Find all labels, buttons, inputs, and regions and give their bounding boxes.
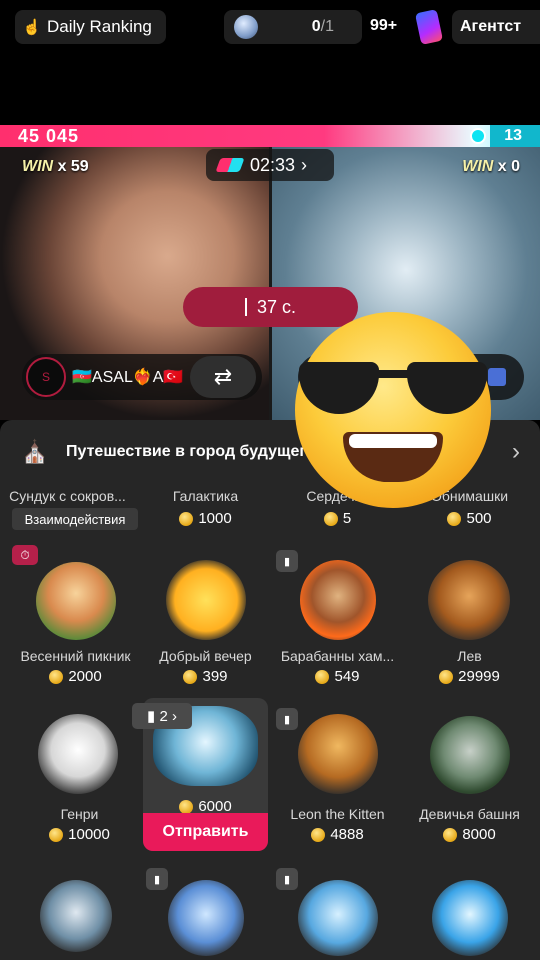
battle-timer-value: 02:33 xyxy=(250,154,296,175)
gift-image xyxy=(36,562,116,640)
right-score: 13 xyxy=(504,127,522,144)
coin-icon xyxy=(49,827,64,842)
hand-icon: ☝ xyxy=(22,19,42,36)
coin-icon xyxy=(447,511,462,526)
coin-icon xyxy=(315,669,330,684)
gift-item-henry[interactable]: Генри 10000 xyxy=(12,710,147,845)
countdown-divider xyxy=(244,298,247,316)
coin-icon xyxy=(311,827,326,842)
gift-price: 29999 xyxy=(402,668,537,685)
gift-image xyxy=(430,716,510,794)
daily-ranking-button[interactable]: ☝ Daily Ranking xyxy=(15,10,166,44)
gift-image xyxy=(38,714,118,794)
coin-icon xyxy=(443,827,458,842)
task-count: 0/1 xyxy=(311,18,334,35)
avatar[interactable]: S xyxy=(26,357,66,397)
host-profile-pill[interactable]: S 🇦🇿ASAL❤️‍🔥A🇹🇷 ⇄ xyxy=(22,354,262,400)
chevron-right-icon: › xyxy=(171,707,177,725)
gift-image xyxy=(428,560,510,640)
gift-image xyxy=(166,560,246,640)
host-name: 🇦🇿ASAL❤️‍🔥A🇹🇷 xyxy=(72,369,184,386)
gift-item-good-evening[interactable]: Добрый вечер 399 xyxy=(138,556,273,691)
coin-icon xyxy=(183,669,198,684)
gift-name: Leon the Kitten xyxy=(290,806,385,822)
gift-item-leon-kitten[interactable]: Leon the Kitten 4888 xyxy=(270,710,405,845)
gift-item-maiden-tower[interactable]: Девичья башня 8000 xyxy=(402,710,537,845)
city-icon: ⛪ xyxy=(21,439,49,464)
gift-item-whale[interactable] xyxy=(138,876,273,960)
coin-icon xyxy=(49,669,64,684)
gift-item-drum-hamster[interactable]: Барабанны хам... 549 xyxy=(270,556,405,691)
gift-item-lion[interactable]: Лев 29999 xyxy=(402,556,537,691)
gift-price: 549 xyxy=(270,668,405,685)
gift-image xyxy=(40,880,112,952)
coin-icon xyxy=(179,511,194,526)
gift-price: 1000 xyxy=(138,510,273,527)
gift-price: 5 xyxy=(270,510,405,527)
battle-timer[interactable]: 02:33 › xyxy=(206,149,334,181)
smile xyxy=(343,432,443,482)
gift-price: 4888 xyxy=(270,826,405,843)
gift-image xyxy=(298,880,378,956)
battle-logo-icon xyxy=(215,158,245,172)
gift-item-galaxy[interactable]: Галактика 1000 xyxy=(138,486,273,534)
gift-image xyxy=(432,880,508,956)
send-button[interactable]: Отправить xyxy=(143,813,268,851)
multiplier-value: 2 xyxy=(159,707,168,725)
gift-panel: ⛪ Путешествие в город будущего › Сундук … xyxy=(0,420,540,960)
journey-title: Путешествие в город будущего xyxy=(66,443,316,460)
phone-gift-icon[interactable] xyxy=(414,9,444,45)
chevron-right-icon: › xyxy=(301,154,308,175)
agent-button[interactable]: Агентст xyxy=(452,10,540,44)
gift-image xyxy=(300,560,376,640)
win-streak-right: WIN x 0 xyxy=(462,158,520,175)
astronaut-icon xyxy=(234,15,258,39)
gift-price: 2000 xyxy=(8,668,143,685)
viewer-count-badge[interactable]: 99+ xyxy=(370,17,397,35)
countdown-value: 37 с. xyxy=(256,296,297,317)
gift-name: Лев xyxy=(457,648,482,664)
gift-name: Генри xyxy=(60,806,99,822)
daily-ranking-label: Daily Ranking xyxy=(47,17,152,36)
win-streak-left: WIN x 59 xyxy=(22,158,89,175)
gift-name: Барабанны хам... xyxy=(280,648,395,664)
gift-item-city[interactable] xyxy=(270,876,405,960)
video-divider xyxy=(269,147,272,420)
top-bar: ☝ Daily Ranking 0/1 99+ Агентст xyxy=(0,0,540,125)
chevron-right-icon: › xyxy=(512,438,520,465)
interaction-tag: Взаимодействия xyxy=(12,508,138,530)
coin-icon xyxy=(179,799,194,814)
gift-image xyxy=(298,714,378,794)
gift-name: Сундук с сокров... xyxy=(9,488,126,504)
gift-item-wolf[interactable] xyxy=(8,876,143,960)
sunglasses xyxy=(295,362,491,416)
countdown-pill: 37 с. xyxy=(183,287,358,327)
gift-price: 10000 xyxy=(12,826,147,843)
coin-icon xyxy=(439,669,454,684)
gift-name: Девичья башня xyxy=(419,806,520,822)
swap-button[interactable]: ⇄ xyxy=(190,356,256,398)
gift-name: Галактика xyxy=(172,488,239,504)
gift-price: 500 xyxy=(402,510,537,527)
battle-score-bar: 45 045 13 xyxy=(0,125,540,147)
sunglasses-emoji-icon xyxy=(295,312,491,508)
gift-item-heart-box[interactable] xyxy=(402,876,537,960)
gift-name: Весенний пикник xyxy=(20,648,131,664)
video-gift-icon: ▮ xyxy=(147,708,156,725)
swap-icon: ⇄ xyxy=(213,364,233,389)
gift-price: 8000 xyxy=(402,826,537,843)
coin-icon xyxy=(323,511,338,526)
multiplier-button[interactable]: ▮ 2 › xyxy=(132,703,192,729)
score-marker-icon xyxy=(470,128,486,144)
gift-name: Добрый вечер xyxy=(159,648,252,664)
left-score: 45 045 xyxy=(18,126,80,146)
gift-price: 399 xyxy=(138,668,273,685)
task-progress-button[interactable]: 0/1 xyxy=(224,10,362,44)
gift-image xyxy=(168,880,244,956)
gift-item-spring-picnic[interactable]: Весенний пикник 2000 xyxy=(8,556,143,691)
